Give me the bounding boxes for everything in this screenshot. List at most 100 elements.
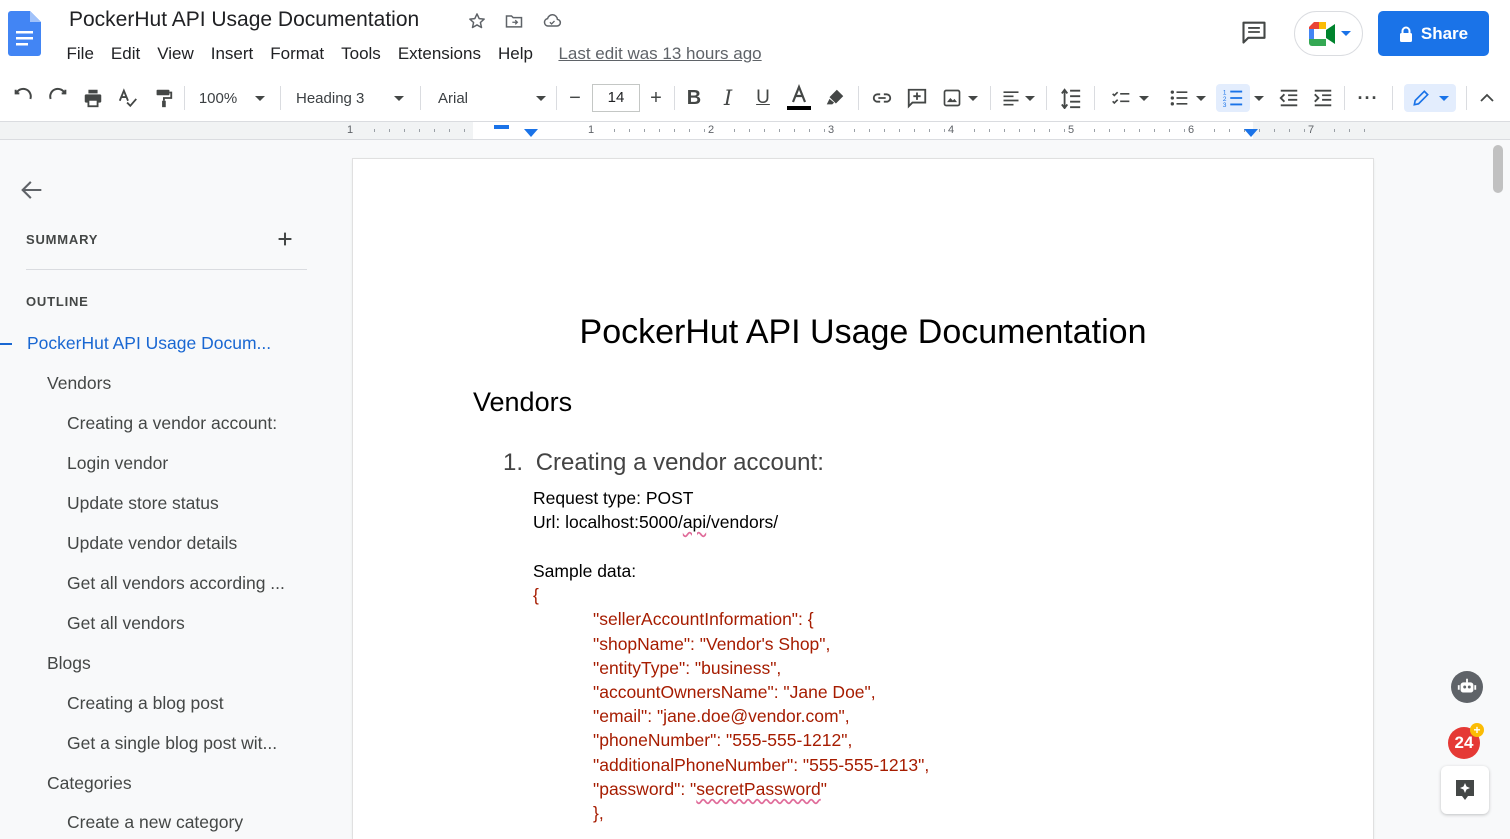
menu-view[interactable]: View	[149, 43, 203, 65]
paint-format-button[interactable]	[148, 84, 178, 112]
docs-logo-icon[interactable]	[8, 11, 41, 56]
url-api-misspelled[interactable]: api	[683, 512, 706, 532]
cloud-saved-icon[interactable]	[540, 9, 564, 33]
outline-item-get-vendors-according[interactable]: Get all vendors according ...	[67, 573, 307, 594]
bulleted-list-button[interactable]	[1162, 84, 1212, 112]
url-line: Url: localhost:5000/api/vendors/	[533, 512, 778, 533]
font-chevron-down-icon	[536, 95, 546, 101]
meet-button[interactable]	[1294, 11, 1363, 56]
toolbar-separator	[184, 86, 185, 110]
move-folder-icon[interactable]	[502, 9, 526, 33]
password-value-misspelled[interactable]: secretPassword	[696, 779, 821, 799]
zoom-chevron-down-icon	[255, 95, 266, 101]
font-dropdown[interactable]: Arial	[430, 84, 554, 112]
outline-item-creating-blog-post[interactable]: Creating a blog post	[67, 693, 307, 714]
ruler[interactable]: 1 1 2 3 4 5 6 7	[0, 122, 1510, 140]
underline-button[interactable]: U	[749, 84, 777, 112]
more-options-button[interactable]: ···	[1353, 84, 1383, 112]
explore-button[interactable]	[1441, 766, 1489, 814]
first-line-indent-marker[interactable]	[494, 125, 509, 129]
checklist-icon	[1112, 91, 1130, 105]
code-open-brace: {	[533, 585, 539, 605]
menu-help[interactable]: Help	[489, 43, 541, 65]
numbered-list-chevron-down-icon	[1254, 95, 1264, 101]
paragraph-style-dropdown[interactable]: Heading 3	[288, 84, 412, 112]
toolbar-separator	[1466, 86, 1467, 110]
menu-edit[interactable]: Edit	[102, 43, 148, 65]
italic-button[interactable]: I	[714, 84, 742, 112]
more-horizontal-icon: ···	[1357, 87, 1379, 108]
outline-item-get-all-vendors[interactable]: Get all vendors	[67, 613, 307, 634]
section-heading-vendors: Vendors	[473, 387, 573, 417]
outline-item-create-category[interactable]: Create a new category	[67, 812, 307, 833]
close-outline-arrow-left-icon[interactable]	[18, 176, 46, 204]
outline-item-login-vendor[interactable]: Login vendor	[67, 453, 307, 474]
text-color-button[interactable]	[784, 84, 814, 112]
outline-item-update-vendor-details[interactable]: Update vendor details	[67, 533, 307, 554]
numbered-list-dropdown[interactable]	[1252, 84, 1266, 112]
spellcheck-button[interactable]	[113, 84, 143, 112]
image-chevron-down-icon	[968, 95, 978, 101]
outline-item-get-single-blog-post[interactable]: Get a single blog post wit...	[67, 733, 307, 754]
outline-item-creating-vendor-account[interactable]: Creating a vendor account:	[67, 413, 307, 434]
document-heading-title: PockerHut API Usage Documentation	[579, 313, 1147, 351]
document-title[interactable]: PockerHut API Usage Documentation	[69, 8, 419, 32]
decrease-indent-button[interactable]	[1274, 84, 1304, 112]
hide-menus-button[interactable]	[1474, 84, 1500, 112]
highlight-color-button[interactable]	[820, 84, 850, 112]
toolbar-separator	[858, 86, 859, 110]
line-spacing-button[interactable]	[1056, 84, 1086, 112]
numbered-list-button[interactable]: 123	[1216, 84, 1250, 112]
sample-data-label: Sample data:	[533, 561, 637, 581]
meet-dropdown-chevron-icon	[1340, 31, 1351, 36]
font-size-input[interactable]: 14	[592, 84, 640, 112]
toolbar-separator	[1046, 86, 1047, 110]
outline-item-vendors[interactable]: Vendors	[47, 373, 307, 394]
menu-tools[interactable]: Tools	[333, 43, 390, 65]
underline-icon: U	[756, 87, 770, 108]
toolbar-separator	[280, 86, 281, 110]
decrease-font-size-button[interactable]: −	[562, 84, 588, 112]
chevron-up-icon	[1480, 93, 1494, 102]
print-button[interactable]	[78, 84, 108, 112]
assistant-robot-button[interactable]	[1451, 671, 1483, 703]
outline-item-update-store-status[interactable]: Update store status	[67, 493, 307, 514]
url-prefix: Url: localhost:5000/	[533, 512, 683, 532]
add-summary-plus-icon[interactable]	[274, 228, 296, 250]
code-line: "shopName": "Vendor's Shop",	[593, 634, 831, 654]
zoom-dropdown[interactable]: 100%	[192, 84, 272, 112]
code-line: "sellerAccountInformation": {	[593, 609, 814, 629]
increase-indent-button[interactable]	[1308, 84, 1338, 112]
bold-button[interactable]: B	[680, 84, 708, 112]
lock-icon	[1399, 26, 1412, 42]
menu-insert[interactable]: Insert	[202, 43, 262, 65]
outline-item-blogs[interactable]: Blogs	[47, 653, 307, 674]
add-comment-button[interactable]	[902, 84, 932, 112]
outline-item-categories[interactable]: Categories	[47, 773, 307, 794]
outline-item-title[interactable]: PockerHut API Usage Docum...	[27, 333, 292, 354]
vertical-scrollbar-thumb[interactable]	[1493, 145, 1503, 193]
bulleted-list-icon	[1170, 90, 1188, 106]
star-icon[interactable]	[465, 9, 489, 33]
redo-button[interactable]	[43, 84, 73, 112]
document-page[interactable]: PockerHut API Usage Documentation Vendor…	[353, 159, 1373, 839]
comment-history-button[interactable]	[1238, 16, 1270, 48]
menu-format[interactable]: Format	[262, 43, 333, 65]
font-value: Arial	[438, 89, 469, 107]
code-line: "email": "jane.doe@vendor.com",	[593, 706, 850, 726]
insert-link-button[interactable]	[866, 84, 898, 112]
share-button[interactable]: Share	[1378, 11, 1489, 56]
outline-heading: OUTLINE	[26, 294, 89, 309]
last-edit-link[interactable]: Last edit was 13 hours ago	[558, 44, 761, 64]
checklist-button[interactable]	[1104, 84, 1154, 112]
right-indent-marker-icon[interactable]	[1244, 129, 1258, 138]
menu-extensions[interactable]: Extensions	[389, 43, 489, 65]
print-icon	[84, 89, 102, 108]
insert-image-button[interactable]	[938, 84, 982, 112]
editing-mode-dropdown[interactable]	[1404, 84, 1456, 112]
align-button[interactable]	[998, 84, 1038, 112]
left-indent-marker-icon[interactable]	[524, 129, 538, 138]
increase-font-size-button[interactable]: +	[643, 84, 669, 112]
undo-button[interactable]	[8, 84, 38, 112]
menu-file[interactable]: File	[58, 43, 102, 65]
